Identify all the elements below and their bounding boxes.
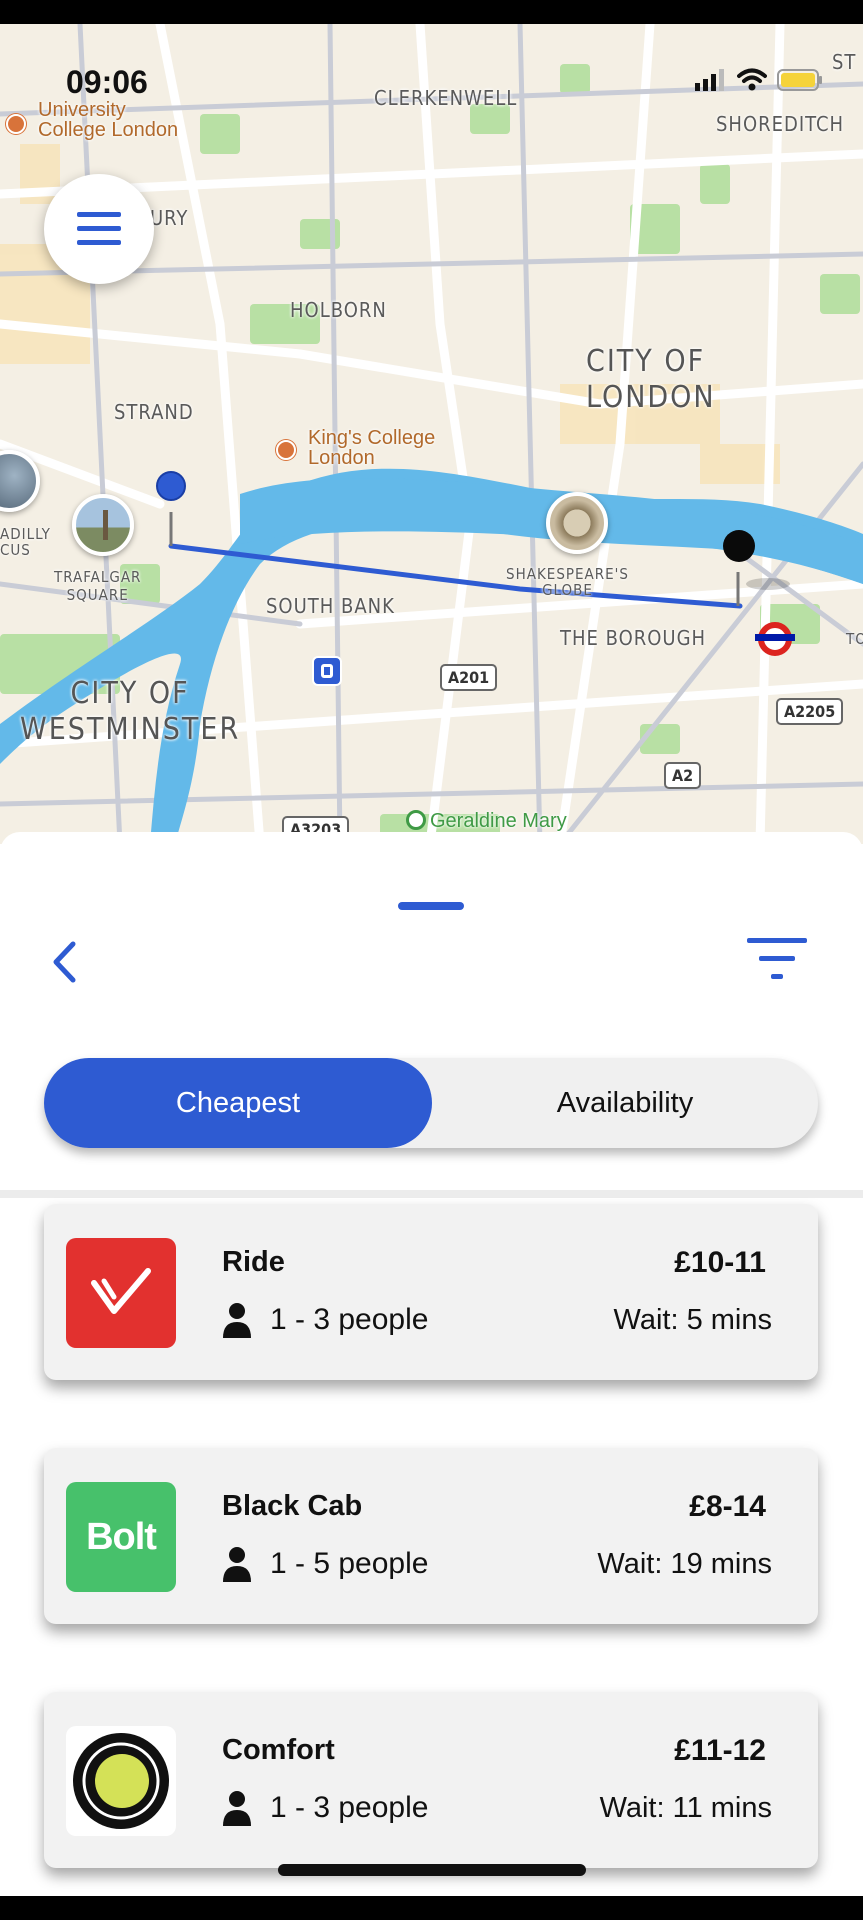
ride-capacity: 1 - 3 people [222,1790,428,1826]
battery-icon [777,69,822,91]
map-label-city-of-westminster: CITY OF WESTMINSTER [20,676,241,747]
ride-options-sheet: Cheapest Availability Ride 1 - 3 people … [0,832,863,1896]
cellular-signal-icon [695,69,724,91]
map-label-shakespeares-globe: SHAKESPEARE'S GLOBE [506,565,629,599]
poi-ucl-label: University College London [38,99,179,141]
ride-wait-time: Wait: 11 mins [599,1792,772,1824]
map-label-city-of-london: CITY OF LONDON [586,344,716,415]
status-time: 09:06 [66,64,148,100]
origin-pin-icon[interactable] [156,471,186,501]
ride-price: £8-14 [689,1490,766,1523]
road-badge-a2: A2 [664,762,702,789]
hamburger-menu-icon [77,212,121,245]
back-button[interactable] [44,932,84,992]
bolt-logo-text: Bolt [86,1515,157,1558]
ride-capacity-text: 1 - 5 people [270,1547,429,1580]
map-label-shoreditch: SHOREDITCH [716,112,845,136]
sort-segmented-control: Cheapest Availability [44,1058,818,1148]
ride-name: Black Cab [222,1490,363,1522]
person-icon [223,1547,251,1582]
filter-button[interactable] [747,934,809,984]
tab-cheapest[interactable]: Cheapest [44,1058,432,1148]
ride-price: £11-12 [674,1734,766,1767]
poi-geraldine-mary[interactable]: Geraldine Mary [406,810,567,831]
ola-brand-logo [66,1726,176,1836]
map-label-piccadilly: ADILLY CUS [0,525,51,559]
poi-kings-label: King's College London [308,427,436,469]
university-icon [276,440,296,460]
ride-capacity-text: 1 - 3 people [270,1791,429,1824]
ride-wait-time: Wait: 5 mins [613,1304,772,1336]
ride-capacity: 1 - 5 people [222,1546,428,1582]
map-label-st: ST [832,50,857,74]
ride-option-card[interactable]: Comfort 1 - 3 people £11-12 Wait: 11 min… [44,1692,818,1868]
ride-option-card[interactable]: Ride 1 - 3 people £10-11 Wait: 5 mins [44,1204,818,1380]
map-label-trafalgar-square: TRAFALGAR SQUARE [54,568,142,604]
map-label-to: TO [846,630,863,648]
ride-capacity: 1 - 3 people [222,1302,428,1338]
map-label-the-borough: THE BOROUGH [560,626,707,650]
ride-brand-logo [66,1238,176,1348]
menu-button[interactable] [44,174,154,284]
person-icon [223,1791,251,1826]
rail-station-icon[interactable] [312,656,342,686]
destination-pin-icon[interactable] [723,530,755,562]
ride-name: Ride [222,1246,285,1278]
tab-availability[interactable]: Availability [432,1058,818,1148]
park-icon [406,810,426,830]
ride-capacity-text: 1 - 3 people [270,1303,429,1336]
wifi-icon [737,68,767,91]
underground-station-icon[interactable] [755,622,795,656]
poi-ucl[interactable]: University College London [6,100,178,140]
app-screen: CLERKENWELL SHOREDITCH ST URY HOLBORN CI… [0,24,863,1896]
university-icon [6,114,26,134]
poi-geraldine-label: Geraldine Mary [430,810,567,832]
map-label-south-bank: SOUTH BANK [266,594,395,618]
ride-option-card[interactable]: Bolt Black Cab 1 - 5 people £8-14 Wait: … [44,1448,818,1624]
ride-price: £10-11 [674,1246,766,1279]
road-badge-a2205: A2205 [776,698,844,725]
sheet-drag-handle[interactable] [398,902,464,910]
red-arrow-logo-icon [91,1268,151,1314]
chevron-left-icon [53,941,76,983]
road-badge-a201: A201 [440,664,498,691]
poi-kings-college[interactable]: King's College London [276,428,435,468]
status-icons [695,68,823,92]
map-label-bury: URY [150,206,189,230]
ola-circle-logo-icon [73,1733,169,1829]
map-label-strand: STRAND [114,400,194,424]
globe-theatre-photo-pin[interactable] [546,492,608,554]
section-divider [0,1190,863,1198]
ride-name: Comfort [222,1734,335,1766]
ride-wait-time: Wait: 19 mins [597,1548,772,1580]
map-label-holborn: HOLBORN [290,298,387,322]
map-view[interactable]: CLERKENWELL SHOREDITCH ST URY HOLBORN CI… [0,24,863,844]
bolt-brand-logo: Bolt [66,1482,176,1592]
nelsons-column-photo-pin[interactable] [72,494,134,556]
person-icon [223,1303,251,1338]
filter-icon [747,938,807,979]
home-indicator[interactable] [278,1864,586,1876]
map-label-clerkenwell: CLERKENWELL [374,86,518,110]
